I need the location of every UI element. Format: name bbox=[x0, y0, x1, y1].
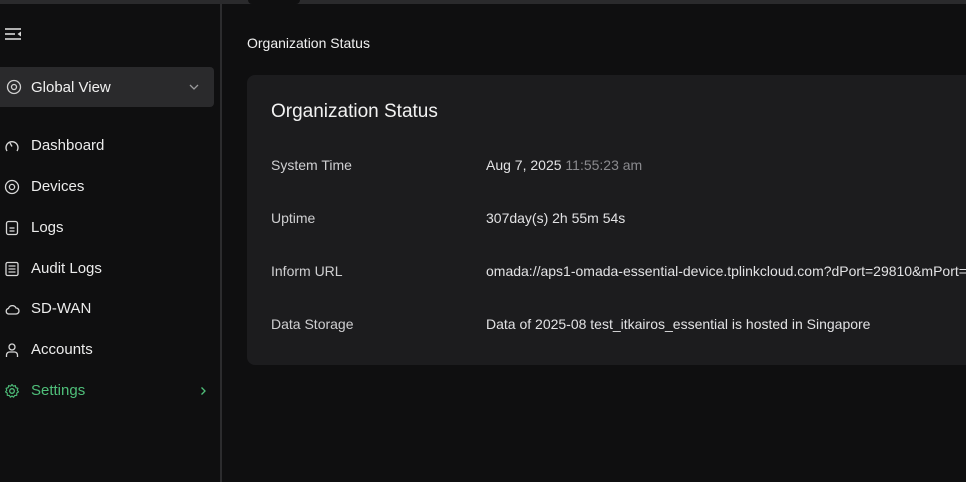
uptime-label: Uptime bbox=[271, 210, 316, 226]
system-time-label: System Time bbox=[271, 157, 352, 173]
data-storage-label: Data Storage bbox=[271, 316, 354, 332]
organization-status-card: Organization Status System Time Aug 7, 2… bbox=[247, 75, 966, 365]
inform-url-value: omada://aps1-omada-essential-device.tpli… bbox=[486, 263, 966, 279]
sidebar-item-label: Dashboard bbox=[31, 137, 105, 154]
uptime-value: 307day(s) 2h 55m 54s bbox=[486, 210, 626, 226]
site-selector-dropdown[interactable]: Global View bbox=[0, 67, 214, 107]
page-title: Organization Status bbox=[247, 35, 370, 51]
chevron-down-icon bbox=[189, 84, 199, 90]
data-storage-value: Data of 2025-08 test_itkairos_essential … bbox=[486, 316, 871, 332]
user-icon bbox=[5, 343, 19, 357]
sidebar: Global View Dashboard Devices Logs Audit… bbox=[0, 4, 220, 482]
sidebar-item-label: Audit Logs bbox=[31, 260, 102, 277]
collapse-sidebar-button[interactable] bbox=[4, 26, 24, 44]
system-time-value: Aug 7, 2025 11:55:23 am bbox=[486, 157, 642, 173]
app-window: Global View Dashboard Devices Logs Audit… bbox=[0, 0, 966, 482]
system-time-date: Aug 7, 2025 bbox=[486, 157, 562, 173]
cloud-icon bbox=[5, 304, 20, 315]
sidebar-item-audit-logs[interactable]: Audit Logs bbox=[0, 252, 214, 286]
sidebar-item-devices[interactable]: Devices bbox=[0, 170, 214, 204]
gear-icon bbox=[4, 383, 20, 398]
audit-logs-icon bbox=[5, 261, 19, 277]
logs-icon bbox=[5, 220, 19, 236]
sidebar-item-label: Settings bbox=[31, 382, 86, 399]
main-content: Organization Status Organization Status … bbox=[222, 4, 966, 482]
site-selector-label: Global View bbox=[31, 79, 111, 96]
gauge-icon bbox=[5, 141, 19, 152]
sidebar-item-settings[interactable]: Settings bbox=[0, 374, 214, 408]
sidebar-item-label: Accounts bbox=[31, 341, 93, 358]
sidebar-item-dashboard[interactable]: Dashboard bbox=[0, 129, 214, 163]
sidebar-item-accounts[interactable]: Accounts bbox=[0, 333, 214, 367]
sidebar-item-logs[interactable]: Logs bbox=[0, 211, 214, 245]
sidebar-item-sd-wan[interactable]: SD-WAN bbox=[0, 292, 214, 326]
devices-icon bbox=[4, 179, 20, 195]
inform-url-label: Inform URL bbox=[271, 263, 343, 279]
system-time-clock: 11:55:23 am bbox=[565, 157, 643, 173]
sidebar-item-label: Logs bbox=[31, 219, 64, 236]
location-pin-icon bbox=[6, 79, 22, 95]
collapse-menu-icon bbox=[5, 28, 21, 40]
card-title: Organization Status bbox=[271, 101, 438, 122]
chevron-right-icon bbox=[201, 387, 206, 395]
sidebar-item-label: Devices bbox=[31, 178, 85, 195]
sidebar-item-label: SD-WAN bbox=[31, 300, 92, 317]
